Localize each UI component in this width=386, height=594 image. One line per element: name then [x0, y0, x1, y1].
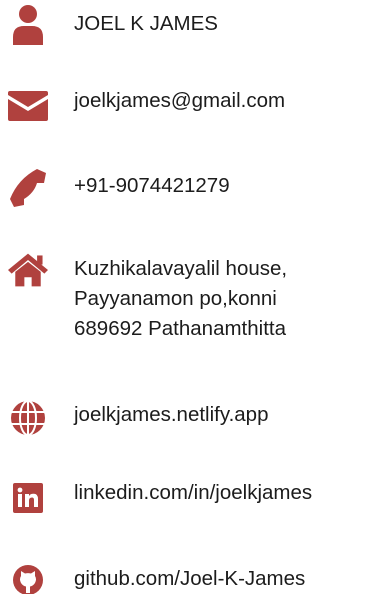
- globe-icon: [8, 398, 48, 438]
- home-icon: [8, 250, 48, 290]
- address-line-2: Payyanamon po,konni: [74, 287, 277, 310]
- address-block: Kuzhikalavayalil house, Payyanamon po,ko…: [74, 254, 287, 344]
- user-icon: [8, 5, 48, 45]
- address-line-3: 689692 Pathanamthitta: [74, 317, 286, 340]
- github-link[interactable]: github.com/Joel-K-James: [74, 564, 305, 594]
- email-link[interactable]: joelkjames@gmail.com: [74, 86, 285, 116]
- github-icon: [8, 560, 48, 594]
- linkedin-icon: [8, 478, 48, 518]
- phone-icon: [8, 168, 48, 208]
- contact-name: JOEL K JAMES: [74, 12, 218, 35]
- phone-link[interactable]: +91-9074421279: [74, 171, 230, 201]
- linkedin-link[interactable]: linkedin.com/in/joelkjames: [74, 478, 312, 508]
- envelope-icon: [8, 86, 48, 126]
- website-link[interactable]: joelkjames.netlify.app: [74, 400, 268, 430]
- address-line-1: Kuzhikalavayalil house,: [74, 257, 288, 280]
